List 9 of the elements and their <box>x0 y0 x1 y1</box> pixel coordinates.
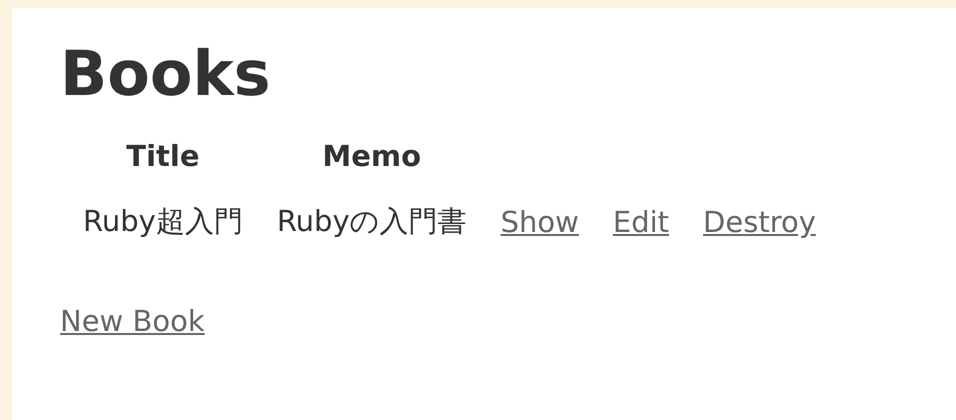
new-book-link[interactable]: New Book <box>60 304 205 338</box>
table-cell: Rubyの入門書 <box>276 204 467 238</box>
action-link[interactable]: Destroy <box>703 205 816 239</box>
action-link[interactable]: Edit <box>612 205 670 239</box>
table-cell: Ruby超入門 <box>83 204 243 238</box>
column-header: Memo <box>322 139 422 173</box>
column-header: Title <box>126 139 200 173</box>
page-heading: Books <box>60 36 272 112</box>
action-link[interactable]: Show <box>500 205 579 239</box>
